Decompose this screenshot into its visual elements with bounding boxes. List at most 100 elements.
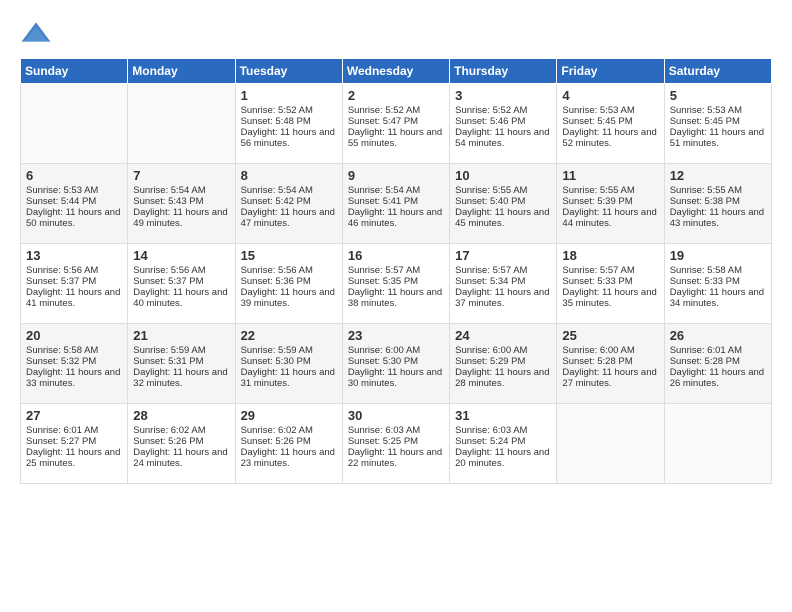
sunrise-text: Sunrise: 5:53 AM [26, 185, 122, 196]
day-number: 21 [133, 328, 229, 343]
day-cell: 3Sunrise: 5:52 AMSunset: 5:46 PMDaylight… [450, 84, 557, 164]
daylight-text: Daylight: 11 hours and 24 minutes. [133, 447, 229, 469]
daylight-text: Daylight: 11 hours and 46 minutes. [348, 207, 444, 229]
day-cell: 13Sunrise: 5:56 AMSunset: 5:37 PMDayligh… [21, 244, 128, 324]
day-cell [664, 404, 771, 484]
daylight-text: Daylight: 11 hours and 32 minutes. [133, 367, 229, 389]
day-cell: 2Sunrise: 5:52 AMSunset: 5:47 PMDaylight… [342, 84, 449, 164]
daylight-text: Daylight: 11 hours and 51 minutes. [670, 127, 766, 149]
daylight-text: Daylight: 11 hours and 49 minutes. [133, 207, 229, 229]
header-cell-friday: Friday [557, 59, 664, 84]
day-number: 14 [133, 248, 229, 263]
logo-icon [20, 16, 52, 48]
day-cell: 7Sunrise: 5:54 AMSunset: 5:43 PMDaylight… [128, 164, 235, 244]
sunset-text: Sunset: 5:33 PM [562, 276, 658, 287]
sunset-text: Sunset: 5:30 PM [348, 356, 444, 367]
day-number: 13 [26, 248, 122, 263]
sunrise-text: Sunrise: 5:54 AM [133, 185, 229, 196]
sunset-text: Sunset: 5:42 PM [241, 196, 337, 207]
sunrise-text: Sunrise: 5:58 AM [26, 345, 122, 356]
day-cell: 17Sunrise: 5:57 AMSunset: 5:34 PMDayligh… [450, 244, 557, 324]
header-cell-thursday: Thursday [450, 59, 557, 84]
day-number: 31 [455, 408, 551, 423]
sunset-text: Sunset: 5:43 PM [133, 196, 229, 207]
sunrise-text: Sunrise: 6:00 AM [455, 345, 551, 356]
sunset-text: Sunset: 5:24 PM [455, 436, 551, 447]
daylight-text: Daylight: 11 hours and 26 minutes. [670, 367, 766, 389]
day-cell: 4Sunrise: 5:53 AMSunset: 5:45 PMDaylight… [557, 84, 664, 164]
sunrise-text: Sunrise: 5:53 AM [670, 105, 766, 116]
sunrise-text: Sunrise: 6:03 AM [348, 425, 444, 436]
daylight-text: Daylight: 11 hours and 40 minutes. [133, 287, 229, 309]
header [20, 16, 772, 48]
day-cell: 16Sunrise: 5:57 AMSunset: 5:35 PMDayligh… [342, 244, 449, 324]
day-number: 10 [455, 168, 551, 183]
calendar-container: SundayMondayTuesdayWednesdayThursdayFrid… [0, 0, 792, 494]
day-cell: 28Sunrise: 6:02 AMSunset: 5:26 PMDayligh… [128, 404, 235, 484]
logo [20, 16, 58, 48]
week-row-4: 20Sunrise: 5:58 AMSunset: 5:32 PMDayligh… [21, 324, 772, 404]
sunset-text: Sunset: 5:46 PM [455, 116, 551, 127]
sunset-text: Sunset: 5:26 PM [241, 436, 337, 447]
sunset-text: Sunset: 5:28 PM [670, 356, 766, 367]
daylight-text: Daylight: 11 hours and 38 minutes. [348, 287, 444, 309]
sunrise-text: Sunrise: 5:55 AM [670, 185, 766, 196]
day-number: 25 [562, 328, 658, 343]
sunset-text: Sunset: 5:36 PM [241, 276, 337, 287]
sunrise-text: Sunrise: 5:59 AM [241, 345, 337, 356]
day-cell: 8Sunrise: 5:54 AMSunset: 5:42 PMDaylight… [235, 164, 342, 244]
sunset-text: Sunset: 5:27 PM [26, 436, 122, 447]
header-cell-monday: Monday [128, 59, 235, 84]
day-cell: 20Sunrise: 5:58 AMSunset: 5:32 PMDayligh… [21, 324, 128, 404]
day-number: 15 [241, 248, 337, 263]
day-number: 9 [348, 168, 444, 183]
daylight-text: Daylight: 11 hours and 34 minutes. [670, 287, 766, 309]
sunrise-text: Sunrise: 5:54 AM [348, 185, 444, 196]
daylight-text: Daylight: 11 hours and 31 minutes. [241, 367, 337, 389]
daylight-text: Daylight: 11 hours and 37 minutes. [455, 287, 551, 309]
day-number: 22 [241, 328, 337, 343]
header-cell-saturday: Saturday [664, 59, 771, 84]
sunset-text: Sunset: 5:45 PM [562, 116, 658, 127]
day-number: 23 [348, 328, 444, 343]
daylight-text: Daylight: 11 hours and 41 minutes. [26, 287, 122, 309]
calendar-table: SundayMondayTuesdayWednesdayThursdayFrid… [20, 58, 772, 484]
daylight-text: Daylight: 11 hours and 50 minutes. [26, 207, 122, 229]
day-cell [557, 404, 664, 484]
sunset-text: Sunset: 5:29 PM [455, 356, 551, 367]
day-number: 4 [562, 88, 658, 103]
week-row-3: 13Sunrise: 5:56 AMSunset: 5:37 PMDayligh… [21, 244, 772, 324]
day-cell: 27Sunrise: 6:01 AMSunset: 5:27 PMDayligh… [21, 404, 128, 484]
daylight-text: Daylight: 11 hours and 20 minutes. [455, 447, 551, 469]
day-cell: 26Sunrise: 6:01 AMSunset: 5:28 PMDayligh… [664, 324, 771, 404]
daylight-text: Daylight: 11 hours and 55 minutes. [348, 127, 444, 149]
day-number: 1 [241, 88, 337, 103]
day-cell: 30Sunrise: 6:03 AMSunset: 5:25 PMDayligh… [342, 404, 449, 484]
day-number: 18 [562, 248, 658, 263]
sunrise-text: Sunrise: 5:52 AM [241, 105, 337, 116]
sunset-text: Sunset: 5:26 PM [133, 436, 229, 447]
sunrise-text: Sunrise: 5:56 AM [133, 265, 229, 276]
daylight-text: Daylight: 11 hours and 44 minutes. [562, 207, 658, 229]
sunrise-text: Sunrise: 5:59 AM [133, 345, 229, 356]
sunset-text: Sunset: 5:40 PM [455, 196, 551, 207]
day-cell: 25Sunrise: 6:00 AMSunset: 5:28 PMDayligh… [557, 324, 664, 404]
sunset-text: Sunset: 5:28 PM [562, 356, 658, 367]
day-cell: 1Sunrise: 5:52 AMSunset: 5:48 PMDaylight… [235, 84, 342, 164]
sunset-text: Sunset: 5:45 PM [670, 116, 766, 127]
sunrise-text: Sunrise: 5:56 AM [241, 265, 337, 276]
sunset-text: Sunset: 5:35 PM [348, 276, 444, 287]
week-row-2: 6Sunrise: 5:53 AMSunset: 5:44 PMDaylight… [21, 164, 772, 244]
sunrise-text: Sunrise: 6:02 AM [133, 425, 229, 436]
sunrise-text: Sunrise: 6:01 AM [670, 345, 766, 356]
daylight-text: Daylight: 11 hours and 43 minutes. [670, 207, 766, 229]
daylight-text: Daylight: 11 hours and 30 minutes. [348, 367, 444, 389]
day-cell: 29Sunrise: 6:02 AMSunset: 5:26 PMDayligh… [235, 404, 342, 484]
day-number: 30 [348, 408, 444, 423]
day-cell: 23Sunrise: 6:00 AMSunset: 5:30 PMDayligh… [342, 324, 449, 404]
day-number: 27 [26, 408, 122, 423]
daylight-text: Daylight: 11 hours and 52 minutes. [562, 127, 658, 149]
sunrise-text: Sunrise: 5:58 AM [670, 265, 766, 276]
sunrise-text: Sunrise: 6:02 AM [241, 425, 337, 436]
daylight-text: Daylight: 11 hours and 22 minutes. [348, 447, 444, 469]
